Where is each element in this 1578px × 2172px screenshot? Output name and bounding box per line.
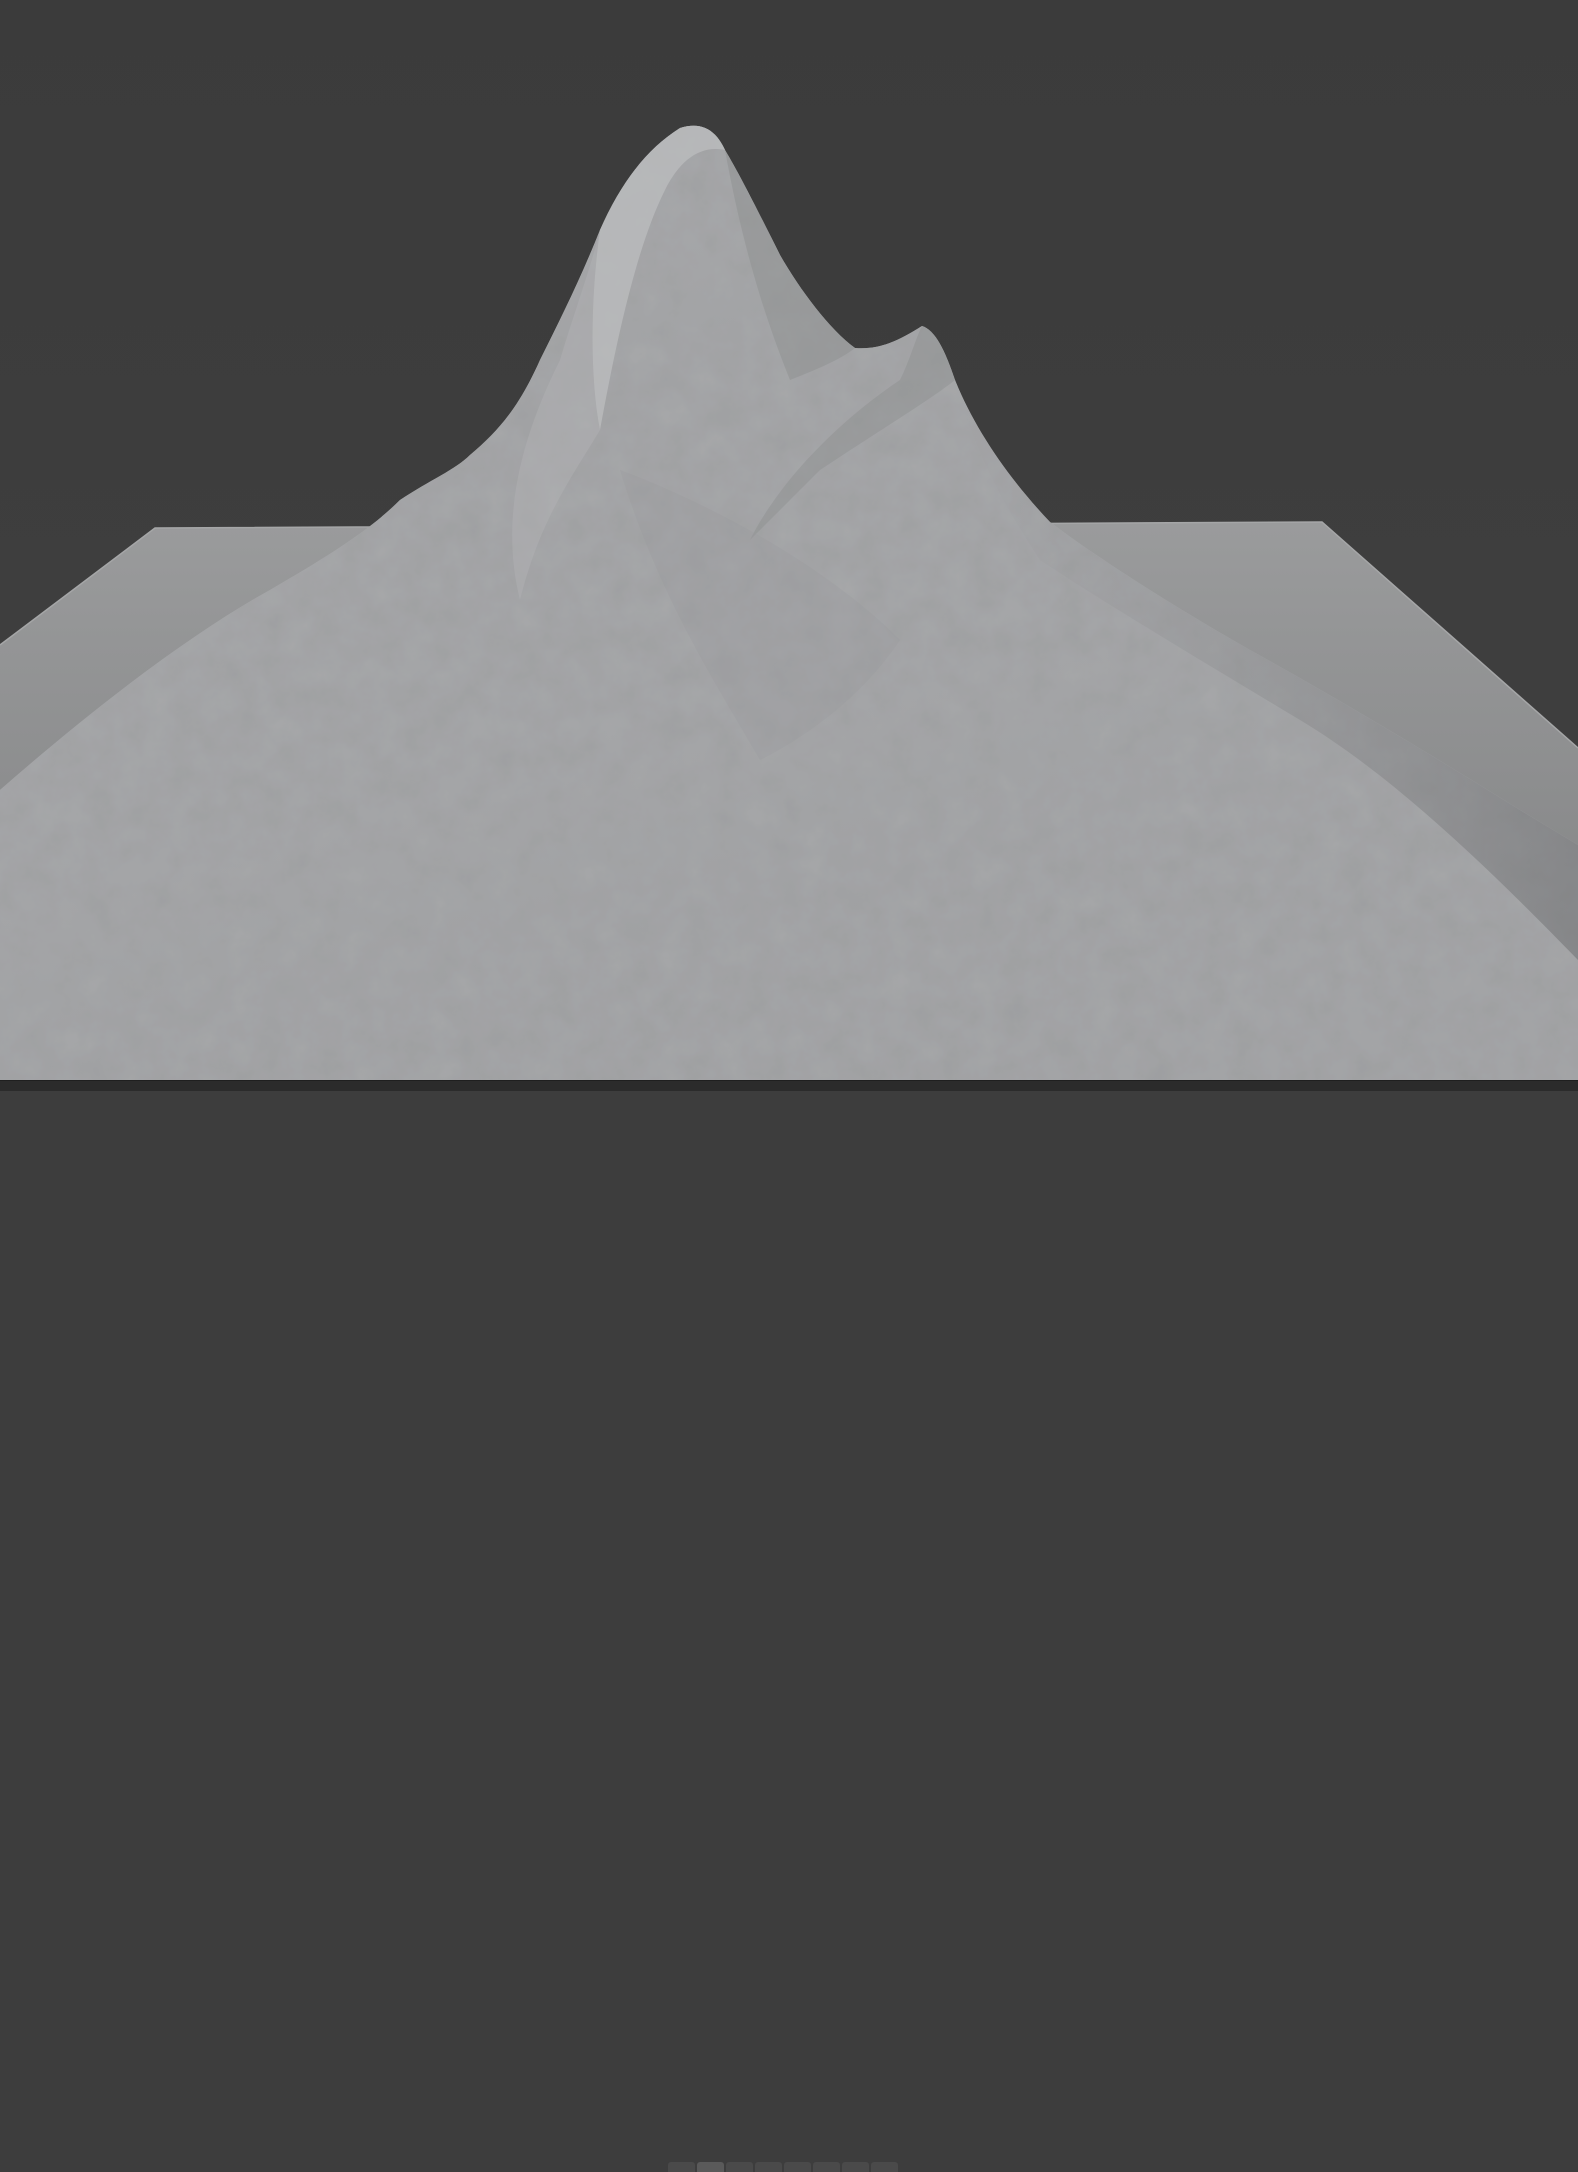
view-tab-icon[interactable] [842,2162,869,2172]
status-bar [0,1080,1578,2172]
view-tab-icon[interactable] [871,2162,898,2172]
view-tab-icon[interactable] [726,2162,753,2172]
view-tab-icon[interactable] [755,2162,782,2172]
3d-viewport[interactable] [0,0,1578,1080]
view-tab-icon[interactable] [813,2162,840,2172]
view-tab-icon[interactable] [668,2162,695,2172]
viewport-tab-strip [668,2162,898,2172]
view-tab-icon[interactable] [784,2162,811,2172]
view-tab-icon[interactable] [697,2162,724,2172]
viewport-canvas[interactable] [0,0,1578,1080]
